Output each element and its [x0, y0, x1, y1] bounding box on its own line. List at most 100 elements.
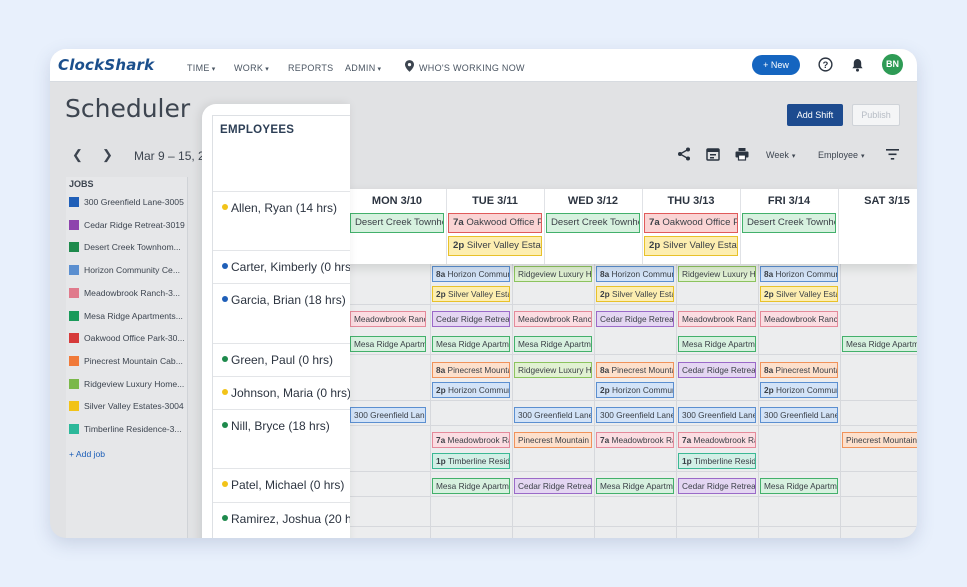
print-icon[interactable] [735, 147, 749, 161]
filter-icon[interactable] [886, 149, 899, 160]
shift-block[interactable]: 8a Pinecrest Mountain [596, 362, 674, 378]
nav-whos-working[interactable]: WHO'S WORKING NOW [419, 63, 525, 73]
day-divider [544, 189, 545, 264]
shift-block[interactable]: Pinecrest Mountain Cabin [842, 432, 917, 448]
job-item[interactable]: Meadowbrook Ranch-3... [69, 287, 187, 300]
shift-block[interactable]: Mesa Ridge Apartments [678, 336, 756, 352]
job-item[interactable]: Ridgeview Luxury Home... [69, 378, 187, 391]
employee-row[interactable]: Garcia, Brian (18 hrs) [222, 293, 350, 307]
shift-block[interactable]: 7a Meadowbrook Ranch [596, 432, 674, 448]
user-avatar[interactable]: BN [882, 54, 903, 75]
prev-week-icon[interactable]: ❮ [72, 147, 83, 163]
shift-block[interactable]: Mesa Ridge Apartments [596, 478, 674, 494]
job-item[interactable]: Cedar Ridge Retreat-3019 [69, 219, 187, 232]
employee-name: Green, Paul (0 hrs) [231, 353, 334, 367]
shift-block[interactable]: 300 Greenfield Lane [514, 407, 592, 423]
nav-reports[interactable]: REPORTS [288, 63, 333, 73]
shift-block[interactable]: Ridgeview Luxury Homes [514, 362, 592, 378]
shift-block[interactable]: Cedar Ridge Retreat [596, 311, 674, 327]
grid-row-line [350, 471, 917, 472]
shift-block[interactable]: Mesa Ridge Apartments [432, 336, 510, 352]
shift-block[interactable]: 2p Horizon Community [596, 382, 674, 398]
shift-block[interactable]: 2p Horizon Community [760, 382, 838, 398]
add-job-link[interactable]: + Add job [69, 449, 105, 459]
bell-icon[interactable] [851, 58, 864, 72]
job-item[interactable]: Horizon Community Ce... [69, 265, 187, 277]
view-select[interactable]: Week ▾ [766, 150, 795, 160]
job-item[interactable]: Silver Valley Estates-3004 [69, 401, 187, 413]
add-shift-button[interactable]: Add Shift [787, 104, 843, 126]
employee-row[interactable]: Carter, Kimberly (0 hrs) [222, 260, 350, 274]
job-item[interactable]: Mesa Ridge Apartments... [69, 310, 187, 323]
shift-block[interactable]: Mesa Ridge Apartments [760, 478, 838, 494]
shift-block[interactable]: Pinecrest Mountain Cabin [514, 432, 592, 448]
shift-block[interactable]: Desert Creek Townhomes [742, 213, 836, 233]
shift-block[interactable]: 8a Pinecrest Mountain [760, 362, 838, 378]
new-button[interactable]: + New [752, 55, 800, 75]
share-icon[interactable] [677, 147, 691, 161]
shift-block[interactable]: Meadowbrook Ranch [350, 311, 426, 327]
shift-block[interactable]: Mesa Ridge Apartments [432, 478, 510, 494]
employee-row[interactable]: Ramirez, Joshua (20 hrs) [222, 512, 350, 526]
employee-row[interactable]: Nill, Bryce (18 hrs) [222, 419, 350, 433]
shift-block[interactable]: Meadowbrook Ranch [514, 311, 592, 327]
job-item[interactable]: Oakwood Office Park-30... [69, 333, 187, 345]
publish-button[interactable]: Publish [852, 104, 900, 126]
shift-block[interactable]: 7a Oakwood Office Park [448, 213, 542, 233]
calendar-icon[interactable] [706, 147, 720, 161]
shift-block[interactable]: 1p Timberline Residence [678, 453, 756, 469]
shift-block[interactable]: 300 Greenfield Lane [760, 407, 838, 423]
nav-work[interactable]: WORK ▾ [234, 63, 269, 73]
job-item[interactable]: Timberline Residence-3... [69, 424, 187, 436]
shift-block[interactable]: Meadowbrook Ranch [678, 311, 756, 327]
help-icon[interactable]: ? [818, 57, 833, 72]
shift-block[interactable]: Desert Creek Townhomes [546, 213, 640, 233]
job-item[interactable]: Desert Creek Townhom... [69, 242, 187, 254]
shift-block[interactable]: 7a Meadowbrook Ranch [432, 432, 510, 448]
employee-row[interactable]: Johnson, Maria (0 hrs) [222, 386, 350, 400]
job-item[interactable]: Pinecrest Mountain Cab... [69, 355, 187, 368]
shift-block[interactable]: 2p Silver Valley Estates [644, 236, 738, 256]
shift-block[interactable]: 2p Silver Valley Estates [432, 286, 510, 302]
shift-block[interactable]: Ridgeview Luxury Homes [514, 266, 592, 282]
shift-block[interactable]: 8a Horizon Community [760, 266, 838, 282]
shift-block[interactable]: Mesa Ridge Apartments [514, 336, 592, 352]
employee-row[interactable]: Allen, Ryan (14 hrs) [222, 201, 350, 215]
employee-row[interactable]: Patel, Michael (0 hrs) [222, 478, 350, 492]
shift-block[interactable]: Cedar Ridge Retreat [432, 311, 510, 327]
grid-row-line [350, 354, 917, 355]
shift-block[interactable]: 2p Silver Valley Estates [448, 236, 542, 256]
shift-block[interactable]: Desert Creek Townhomes [350, 213, 444, 233]
job-item[interactable]: 300 Greenfield Lane-3005 [69, 197, 187, 209]
shift-block[interactable]: 8a Horizon Community [432, 266, 510, 282]
employee-row[interactable]: Green, Paul (0 hrs) [222, 353, 350, 367]
shift-block[interactable]: 2p Silver Valley Estates [760, 286, 838, 302]
shift-block[interactable]: Mesa Ridge Apartments [842, 336, 917, 352]
shift-block[interactable]: 300 Greenfield Lane [678, 407, 756, 423]
employee-status-dot [222, 389, 228, 395]
nav-time[interactable]: TIME ▾ [187, 63, 216, 73]
week-header-card: MON 3/10 TUE 3/11 WED 3/12 THU 3/13 FRI 3/14… [342, 189, 917, 264]
shift-block[interactable]: Cedar Ridge Retreat [514, 478, 592, 494]
shift-block[interactable]: 8a Pinecrest Mountain [432, 362, 510, 378]
shift-block[interactable]: Cedar Ridge Retreat [678, 478, 756, 494]
shift-block[interactable]: 8a Horizon Community [596, 266, 674, 282]
svg-text:?: ? [823, 60, 829, 70]
shift-block[interactable]: 2p Silver Valley Estates [596, 286, 674, 302]
shift-block[interactable]: 7a Oakwood Office Park [644, 213, 738, 233]
shift-block[interactable]: Ridgeview Luxury Homes [678, 266, 756, 282]
shift-block[interactable]: 7a Meadowbrook Ranch [678, 432, 756, 448]
group-by-select[interactable]: Employee ▾ [818, 150, 865, 160]
shift-block[interactable]: 2p Horizon Community [432, 382, 510, 398]
shift-block[interactable]: Meadowbrook Ranch [760, 311, 838, 327]
shift-block[interactable]: Mesa Ridge Apartments [350, 336, 426, 352]
clockshark-logo[interactable]: ClockShark [58, 56, 154, 74]
shift-block[interactable]: 1p Timberline Residence [432, 453, 510, 469]
shift-block[interactable]: Cedar Ridge Retreat [678, 362, 756, 378]
shift-label: 8a Horizon Community [600, 269, 673, 279]
shift-block[interactable]: 300 Greenfield Lane [596, 407, 674, 423]
next-week-icon[interactable]: ❯ [102, 147, 113, 163]
nav-admin[interactable]: ADMIN ▾ [345, 63, 381, 73]
shift-block[interactable]: 300 Greenfield Lane [350, 407, 426, 423]
shift-label: Mesa Ridge Apartments [436, 339, 509, 349]
